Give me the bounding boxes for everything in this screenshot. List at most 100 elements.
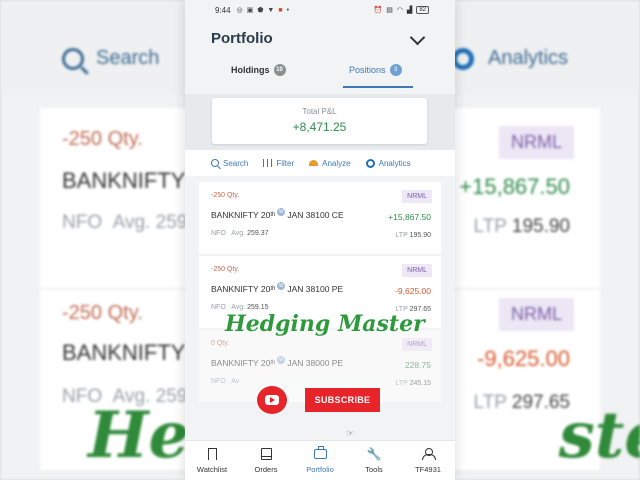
play-icon: [265, 395, 279, 405]
bg-symbol: BANKNIFTY: [62, 168, 186, 193]
bookmark-icon: [207, 448, 217, 460]
dot-icon: •: [286, 6, 290, 14]
bg-watermark-right: ster: [558, 398, 640, 473]
qty-value: -250: [211, 266, 226, 273]
total-pnl-value: +8,471.25: [292, 120, 347, 134]
avg-price: 259.15: [247, 304, 269, 311]
position-qty: 0 Qty.: [211, 340, 229, 347]
symbol-suffix: th: [270, 360, 276, 366]
analyze-button[interactable]: Analyze: [309, 158, 351, 168]
holdings-count-badge: 10: [273, 64, 286, 76]
search-label: Search: [223, 158, 249, 168]
filter-button[interactable]: Filter: [263, 159, 294, 168]
contract-name: JAN 38100 PE: [287, 284, 344, 294]
bg-analytics: Analytics: [452, 47, 568, 70]
product-badge: NRML: [402, 264, 432, 277]
tab-positions[interactable]: Positions 3: [349, 64, 402, 76]
tab-positions-label: Positions: [349, 65, 386, 75]
youtube-icon[interactable]: [257, 386, 287, 414]
position-row[interactable]: -250 Qty. BANKNIFTY 20th W JAN 38100 CE NF…: [199, 182, 441, 254]
active-tab-underline: [343, 86, 413, 88]
notification-icon: ■: [278, 6, 283, 14]
position-ltp: LTP 195.90: [395, 232, 431, 239]
exchange: NFO: [211, 304, 226, 311]
status-time: 9:44: [215, 5, 231, 15]
avg-label: Avg.: [231, 230, 246, 237]
bg-ltp-line: LTP 195.90: [474, 216, 571, 238]
nav-orders-icon-wrap: [260, 447, 272, 461]
position-qty: -250 Qty.: [211, 266, 239, 273]
contract-name: JAN 38000 PE: [287, 358, 344, 368]
weekly-icon: W: [277, 356, 286, 364]
positions-toolbar: Search Filter Analyze Analytics: [185, 150, 455, 176]
nav-orders[interactable]: Orders: [239, 441, 293, 480]
download-icon: ▼: [267, 6, 275, 14]
bg-analytics-label: Analytics: [488, 47, 569, 69]
pointer-hand-icon: ☞: [346, 428, 355, 438]
app-icon: ▣: [246, 7, 254, 14]
ltp-value: 195.90: [409, 232, 431, 239]
portfolio-header: Portfolio Holdings 10 Positions 3: [185, 22, 455, 94]
weekly-icon: W: [277, 282, 286, 290]
product-badge: NRML: [402, 338, 432, 351]
ltp-label: LTP: [395, 380, 408, 387]
symbol-suffix: th: [270, 286, 276, 292]
bg-qty: -250 Qty.: [62, 128, 143, 150]
symbol-name: BANKNIFTY 20: [211, 358, 271, 368]
pnl-section: Total P&L +8,471.25: [185, 94, 455, 150]
nav-tools-icon-wrap: 🔧: [367, 447, 382, 461]
bg-avg: Avg. 259: [112, 212, 188, 233]
position-exchange: NFO Av: [211, 378, 239, 385]
nav-profile[interactable]: TF4931: [401, 441, 455, 480]
position-symbol: BANKNIFTY 20th W JAN 38100 PE: [211, 282, 344, 294]
bg-pnl: -9,625.00: [477, 346, 570, 371]
symbol-name: BANKNIFTY 20: [211, 284, 271, 294]
chevron-down-icon[interactable]: [409, 29, 426, 46]
exchange: NFO: [211, 230, 226, 237]
bg-search: Search: [62, 47, 159, 70]
book-icon: [260, 448, 272, 460]
nav-watchlist[interactable]: Watchlist: [185, 441, 239, 480]
analyze-label: Analyze: [322, 158, 351, 168]
avg-label: Av: [231, 378, 240, 385]
qty-unit: Qty.: [226, 266, 240, 273]
position-pnl: -9,625.00: [395, 286, 431, 296]
search-icon: [211, 159, 219, 167]
alarm-icon: ⏰: [373, 7, 383, 14]
nav-watchlist-icon-wrap: [207, 447, 217, 461]
analytics-icon: [365, 158, 375, 168]
position-exchange: NFO Avg. 259.37: [211, 230, 269, 237]
nav-profile-icon-wrap: [422, 447, 436, 461]
tab-holdings[interactable]: Holdings 10: [231, 64, 286, 76]
briefcase-icon: [313, 446, 327, 459]
bg-product-badge: NRML: [498, 298, 574, 331]
bg-product-badge: NRML: [498, 126, 574, 159]
bg-search-label: Search: [96, 47, 160, 69]
network-speed-icon: ▤: [386, 7, 393, 14]
bg-ltp: 195.90: [511, 216, 570, 237]
analytics-button[interactable]: Analytics: [365, 158, 411, 168]
signal-icon: ▟: [406, 7, 413, 14]
position-exchange: NFO Avg. 259.15: [211, 304, 269, 311]
position-qty: -250 Qty.: [211, 192, 239, 199]
filter-icon: [263, 159, 273, 167]
search-button[interactable]: Search: [211, 159, 248, 168]
symbol-suffix: th: [270, 212, 276, 218]
product-badge: NRML: [402, 190, 432, 203]
nav-tools[interactable]: 🔧 Tools: [347, 441, 401, 480]
subscribe-button[interactable]: SUBSCRIBE: [305, 388, 380, 412]
whatsapp-icon: ◎: [236, 7, 243, 14]
nav-watchlist-label: Watchlist: [196, 465, 228, 474]
positions-count-badge: 3: [389, 64, 402, 76]
user-icon: [422, 448, 436, 460]
bg-exchange: NFO: [62, 212, 103, 233]
total-pnl-card: Total P&L +8,471.25: [212, 98, 427, 144]
bg-symbol: BANKNIFTY: [62, 340, 186, 365]
nav-portfolio-icon-wrap: [313, 446, 327, 461]
avg-label: Avg.: [231, 304, 246, 311]
nav-profile-label: TF4931: [415, 465, 441, 474]
nav-tools-label: Tools: [365, 465, 383, 474]
status-bar: 9:44 ◎ ▣ ⬟ ▼ ■ • ⏰ ▤ ◠ ▟ 82: [185, 0, 455, 20]
bg-analytics-icon: [452, 47, 474, 70]
nav-portfolio[interactable]: Portfolio: [293, 441, 347, 480]
